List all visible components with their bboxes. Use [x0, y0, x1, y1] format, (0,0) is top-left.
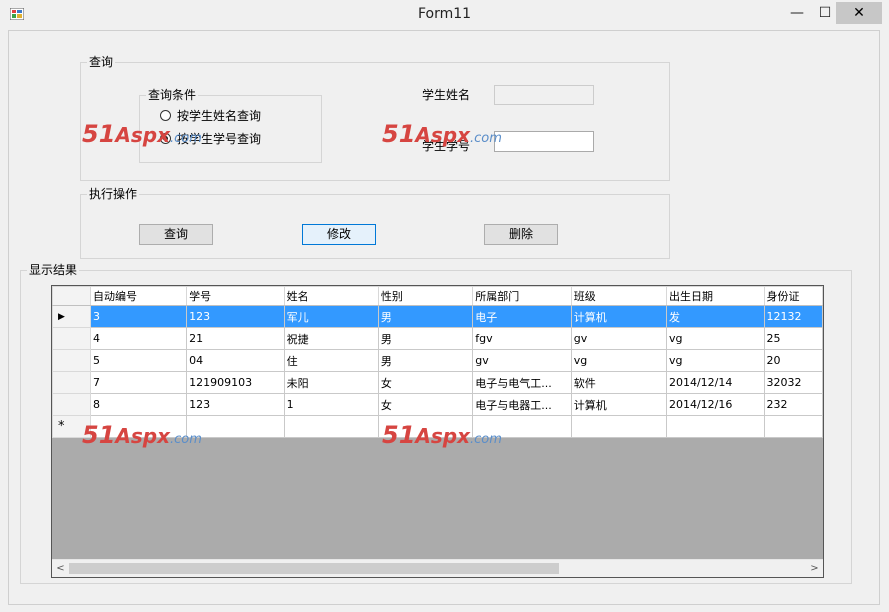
horizontal-scrollbar[interactable]: < > — [52, 559, 823, 577]
table-cell[interactable]: 8 — [90, 393, 188, 416]
table-cell[interactable]: 123 — [186, 393, 285, 416]
row-header[interactable] — [52, 371, 92, 394]
scroll-right-arrow-icon[interactable]: > — [806, 560, 823, 577]
table-cell[interactable]: 232 — [763, 393, 823, 416]
table-cell[interactable]: 2014/12/16 — [665, 393, 765, 416]
student-name-label: 学生姓名 — [422, 88, 471, 102]
table-cell[interactable]: 住 — [283, 349, 379, 372]
table-cell[interactable]: fgv — [472, 327, 572, 350]
table-cell[interactable]: 电子与电器工... — [472, 393, 572, 416]
student-name-input[interactable] — [494, 85, 594, 105]
close-button[interactable]: ✕ — [836, 2, 882, 24]
modify-button[interactable]: 修改 — [302, 224, 376, 245]
table-cell[interactable]: 3 — [90, 305, 188, 328]
table-cell[interactable]: 男 — [377, 305, 474, 328]
column-header[interactable]: 出生日期 — [665, 286, 765, 306]
table-cell[interactable]: 军儿 — [283, 305, 379, 328]
current-row-indicator[interactable]: ▶ — [52, 305, 92, 328]
query-conditions-label: 查询条件 — [146, 87, 199, 103]
table-cell[interactable]: 5 — [90, 349, 188, 372]
table-cell[interactable]: 祝捷 — [283, 327, 379, 350]
column-header[interactable]: 性别 — [377, 286, 474, 306]
results-datagrid[interactable]: 自动编号 学号 姓名 性别 所属部门 班级 出生日期 身份证 ▶ 3 123 军… — [51, 285, 824, 578]
table-cell[interactable]: 软件 — [570, 371, 667, 394]
column-header[interactable]: 所属部门 — [472, 286, 572, 306]
table-cell[interactable] — [472, 415, 572, 438]
table-cell[interactable]: 04 — [186, 349, 285, 372]
scrollbar-thumb[interactable] — [69, 563, 559, 574]
table-cell[interactable]: 1 — [283, 393, 379, 416]
table-row[interactable]: 8 123 1 女 电子与电器工... 计算机 2014/12/16 232 — [52, 393, 823, 416]
table-cell[interactable]: 男 — [377, 349, 474, 372]
table-cell[interactable] — [186, 415, 285, 438]
window-title: Form11 — [417, 6, 472, 22]
table-cell[interactable]: gv — [570, 327, 667, 350]
table-cell[interactable]: 电子 — [472, 305, 572, 328]
table-row[interactable]: 4 21 祝捷 男 fgv gv vg 25 — [52, 327, 823, 350]
radio-by-id-label[interactable]: 按学生学号查询 — [177, 131, 261, 147]
table-cell[interactable]: vg — [570, 349, 667, 372]
table-cell[interactable]: 2014/12/14 — [665, 371, 765, 394]
table-cell[interactable]: 12132 — [763, 305, 823, 328]
table-cell[interactable] — [665, 415, 765, 438]
table-row[interactable]: 7 121909103 未阳 女 电子与电气工... 软件 2014/12/14… — [52, 371, 823, 394]
table-cell[interactable] — [763, 415, 823, 438]
table-cell[interactable]: 女 — [377, 393, 474, 416]
column-header[interactable]: 姓名 — [283, 286, 379, 306]
column-header[interactable]: 班级 — [570, 286, 667, 306]
table-cell[interactable]: vg — [665, 349, 765, 372]
table-cell[interactable]: 21 — [186, 327, 285, 350]
table-cell[interactable]: 4 — [90, 327, 188, 350]
minimize-button[interactable]: — — [786, 2, 808, 24]
table-cell[interactable]: 男 — [377, 327, 474, 350]
table-row[interactable]: ▶ 3 123 军儿 男 电子 计算机 发 12132 — [52, 305, 823, 328]
table-cell[interactable]: gv — [472, 349, 572, 372]
column-header[interactable]: 身份证 — [763, 286, 823, 306]
row-header[interactable] — [52, 349, 92, 372]
column-header[interactable]: 自动编号 — [90, 286, 188, 306]
table-cell[interactable]: 女 — [377, 371, 474, 394]
table-cell[interactable] — [377, 415, 474, 438]
delete-button[interactable]: 删除 — [484, 224, 558, 245]
column-header[interactable]: 学号 — [186, 286, 285, 306]
title-bar: Form11 — ☐ ✕ — [0, 0, 889, 30]
radio-by-name-label[interactable]: 按学生姓名查询 — [177, 108, 261, 124]
table-cell[interactable]: 123 — [186, 305, 285, 328]
result-group-label: 显示结果 — [27, 262, 80, 278]
action-group-label: 执行操作 — [87, 186, 140, 202]
student-id-input[interactable] — [494, 131, 594, 152]
results-table: 自动编号 学号 姓名 性别 所属部门 班级 出生日期 身份证 ▶ 3 123 军… — [52, 286, 823, 438]
table-cell[interactable]: 未阳 — [283, 371, 379, 394]
table-cell[interactable]: 计算机 — [570, 393, 667, 416]
query-conditions-group: 查询条件 — [139, 87, 322, 163]
new-row-indicator[interactable]: * — [52, 415, 92, 438]
table-cell[interactable]: 25 — [763, 327, 823, 350]
student-id-label: 学生学号 — [422, 139, 471, 153]
table-cell[interactable]: 7 — [90, 371, 188, 394]
header-corner[interactable] — [52, 286, 92, 306]
table-cell[interactable]: 发 — [665, 305, 765, 328]
table-cell[interactable]: 20 — [763, 349, 823, 372]
scroll-left-arrow-icon[interactable]: < — [52, 560, 69, 577]
row-header[interactable] — [52, 393, 92, 416]
table-cell[interactable]: 电子与电气工... — [472, 371, 572, 394]
radio-by-id[interactable] — [160, 133, 171, 144]
new-row[interactable]: * — [52, 415, 823, 438]
table-cell[interactable]: 计算机 — [570, 305, 667, 328]
maximize-button[interactable]: ☐ — [814, 2, 836, 24]
table-cell[interactable] — [283, 415, 379, 438]
query-group-label: 查询 — [87, 54, 116, 70]
table-cell[interactable]: vg — [665, 327, 765, 350]
table-cell[interactable] — [90, 415, 188, 438]
table-cell[interactable]: 121909103 — [186, 371, 285, 394]
table-cell[interactable] — [570, 415, 667, 438]
table-row[interactable]: 5 04 住 男 gv vg vg 20 — [52, 349, 823, 372]
query-button[interactable]: 查询 — [139, 224, 213, 245]
table-header-row: 自动编号 学号 姓名 性别 所属部门 班级 出生日期 身份证 — [52, 286, 823, 306]
table-cell[interactable]: 32032 — [763, 371, 823, 394]
row-header[interactable] — [52, 327, 92, 350]
radio-by-name[interactable] — [160, 110, 171, 121]
